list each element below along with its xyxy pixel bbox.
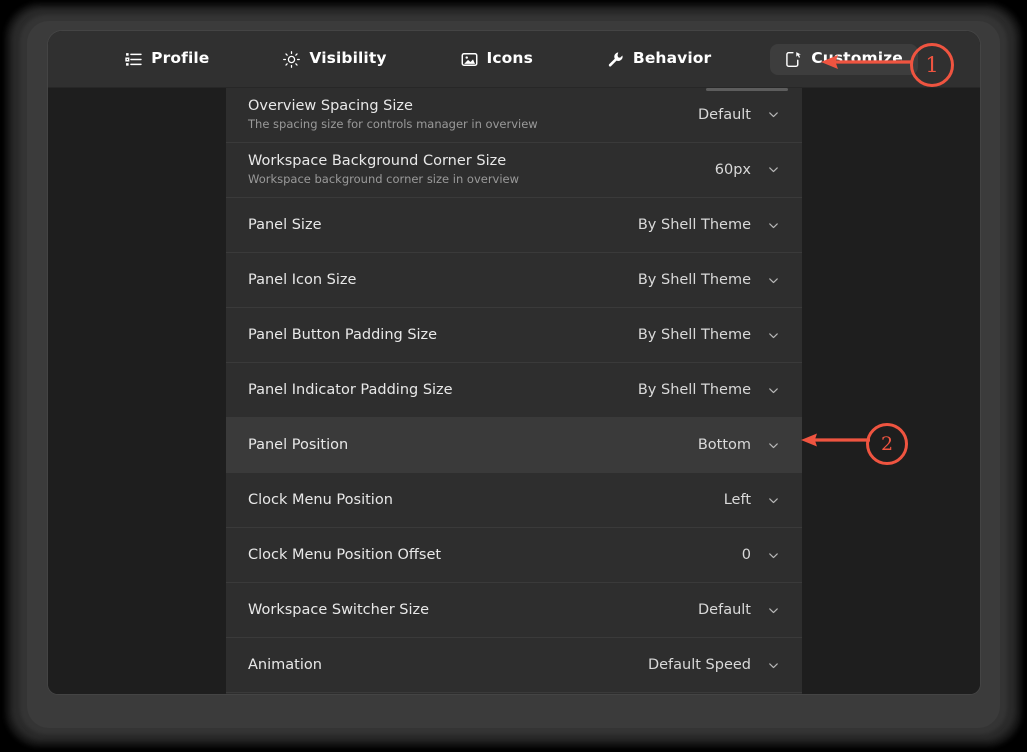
chevron-down-icon[interactable]: [767, 384, 780, 397]
setting-title: Clock Menu Position Offset: [248, 547, 441, 564]
setting-row-panel-button-padding-size[interactable]: Panel Button Padding Size By Shell Theme: [226, 308, 802, 363]
tab-behavior[interactable]: Behavior: [592, 44, 726, 75]
tab-visibility-label: Visibility: [309, 51, 386, 67]
setting-row-workspace-background-corner-size[interactable]: Workspace Background Corner Size Workspa…: [226, 143, 802, 198]
setting-row-workspace-switcher-size[interactable]: Workspace Switcher Size Default: [226, 583, 802, 638]
setting-title: Workspace Background Corner Size: [248, 153, 519, 170]
tab-customize-label: Customize: [811, 51, 903, 67]
setting-control[interactable]: Bottom: [698, 437, 780, 453]
setting-control[interactable]: By Shell Theme: [638, 382, 780, 398]
setting-value: By Shell Theme: [638, 382, 751, 398]
customize-icon: [785, 51, 802, 68]
tab-bar: Profile Visi: [48, 31, 980, 88]
tab-visibility[interactable]: Visibility: [268, 44, 401, 75]
setting-subtitle: The spacing size for controls manager in…: [248, 118, 538, 131]
setting-text: Workspace Switcher Size: [248, 602, 429, 619]
setting-text: Overview Spacing Size The spacing size f…: [248, 98, 538, 131]
image-icon: [461, 51, 478, 68]
tab-customize[interactable]: Customize: [770, 44, 918, 75]
setting-text: Clock Menu Position Offset: [248, 547, 441, 564]
setting-text: Animation: [248, 657, 322, 674]
setting-row-clock-menu-position-offset[interactable]: Clock Menu Position Offset 0: [226, 528, 802, 583]
setting-control[interactable]: 0: [742, 547, 780, 563]
setting-control[interactable]: Default: [698, 602, 780, 618]
chevron-down-icon[interactable]: [767, 274, 780, 287]
scrollbar[interactable]: [706, 88, 788, 91]
annotation-badge-1: 1: [910, 43, 954, 87]
setting-value: Left: [724, 492, 751, 508]
chevron-down-icon[interactable]: [767, 219, 780, 232]
setting-title: Panel Indicator Padding Size: [248, 382, 453, 399]
setting-value: By Shell Theme: [638, 272, 751, 288]
chevron-down-icon[interactable]: [767, 329, 780, 342]
setting-control[interactable]: 60px: [715, 162, 780, 178]
setting-control[interactable]: By Shell Theme: [638, 272, 780, 288]
chevron-down-icon[interactable]: [767, 439, 780, 452]
preferences-list: Overview Spacing Size The spacing size f…: [226, 88, 802, 694]
chevron-down-icon[interactable]: [767, 549, 780, 562]
setting-title: Panel Position: [248, 437, 348, 454]
setting-subtitle: Workspace background corner size in over…: [248, 173, 519, 186]
setting-value: 0: [742, 547, 751, 563]
tab-profile-label: Profile: [151, 51, 209, 67]
tab-icons-label: Icons: [487, 51, 533, 67]
setting-value: 60px: [715, 162, 751, 178]
tab-profile[interactable]: Profile: [110, 44, 224, 75]
setting-control[interactable]: Default Speed: [648, 657, 780, 673]
tab-icons[interactable]: Icons: [446, 44, 548, 75]
sun-icon: [283, 51, 300, 68]
annotation-badge-2: 2: [866, 423, 908, 465]
setting-control[interactable]: By Shell Theme: [638, 327, 780, 343]
setting-title: Panel Icon Size: [248, 272, 356, 289]
setting-title: Panel Size: [248, 217, 322, 234]
screenshot-root: Profile Visi: [0, 0, 1027, 752]
setting-control[interactable]: Left: [724, 492, 780, 508]
setting-text: Panel Icon Size: [248, 272, 356, 289]
setting-title: Clock Menu Position: [248, 492, 393, 509]
setting-text: Panel Button Padding Size: [248, 327, 437, 344]
setting-row-overview-spacing-size[interactable]: Overview Spacing Size The spacing size f…: [226, 88, 802, 143]
setting-title: Animation: [248, 657, 322, 674]
tab-behavior-label: Behavior: [633, 51, 711, 67]
chevron-down-icon[interactable]: [767, 108, 780, 121]
setting-title: Workspace Switcher Size: [248, 602, 429, 619]
chevron-down-icon[interactable]: [767, 163, 780, 176]
chevron-down-icon[interactable]: [767, 494, 780, 507]
preferences-window: Profile Visi: [48, 31, 980, 694]
setting-control[interactable]: By Shell Theme: [638, 217, 780, 233]
setting-row-animation[interactable]: Animation Default Speed: [226, 638, 802, 693]
setting-text: Panel Indicator Padding Size: [248, 382, 453, 399]
content-area: Overview Spacing Size The spacing size f…: [48, 88, 980, 694]
setting-value: Default Speed: [648, 657, 751, 673]
setting-text: Panel Size: [248, 217, 322, 234]
setting-text: Panel Position: [248, 437, 348, 454]
setting-value: By Shell Theme: [638, 327, 751, 343]
setting-control[interactable]: Default: [698, 107, 780, 123]
wrench-icon: [607, 51, 624, 68]
setting-title: Panel Button Padding Size: [248, 327, 437, 344]
setting-row-panel-icon-size[interactable]: Panel Icon Size By Shell Theme: [226, 253, 802, 308]
setting-text: Clock Menu Position: [248, 492, 393, 509]
setting-text: Workspace Background Corner Size Workspa…: [248, 153, 519, 186]
setting-title: Overview Spacing Size: [248, 98, 538, 115]
setting-value: Bottom: [698, 437, 751, 453]
list-icon: [125, 51, 142, 68]
setting-value: Default: [698, 107, 751, 123]
setting-row-panel-size[interactable]: Panel Size By Shell Theme: [226, 198, 802, 253]
chevron-down-icon[interactable]: [767, 604, 780, 617]
setting-value: By Shell Theme: [638, 217, 751, 233]
setting-row-panel-indicator-padding-size[interactable]: Panel Indicator Padding Size By Shell Th…: [226, 363, 802, 418]
setting-row-clock-menu-position[interactable]: Clock Menu Position Left: [226, 473, 802, 528]
setting-row-panel-position[interactable]: Panel Position Bottom: [226, 418, 802, 473]
chevron-down-icon[interactable]: [767, 659, 780, 672]
setting-value: Default: [698, 602, 751, 618]
